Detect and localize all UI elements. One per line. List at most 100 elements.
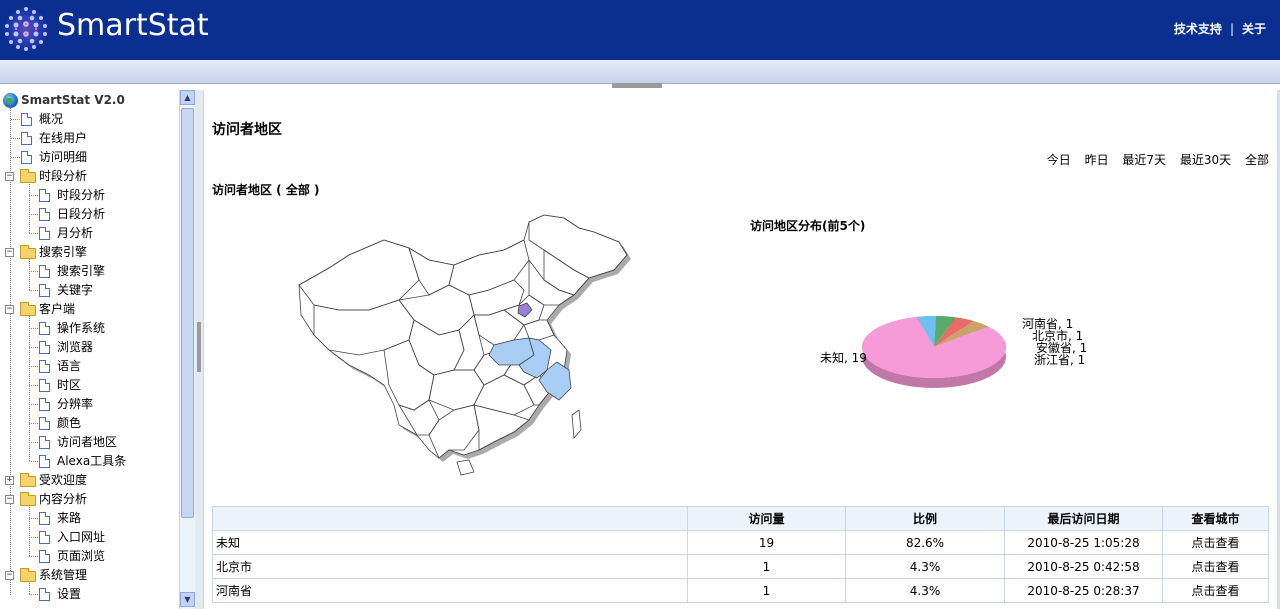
tree-item-21[interactable]: 来路 (0, 509, 180, 528)
document-icon (39, 360, 50, 373)
tree-item-12[interactable]: 浏览器 (0, 338, 180, 357)
tree-item-1[interactable]: 在线用户 (0, 129, 180, 148)
document-icon (39, 455, 50, 468)
period-yesterday[interactable]: 昨日 (1085, 153, 1109, 167)
document-icon (39, 189, 50, 202)
tree-item-label: Alexa工具条 (57, 454, 127, 468)
tree-item-label: 入口网址 (57, 530, 106, 544)
period-today[interactable]: 今日 (1047, 153, 1071, 167)
region-cell: 北京市 (212, 554, 688, 579)
tree-item-label: 浏览器 (57, 340, 94, 354)
folder-icon (20, 568, 36, 582)
document-icon (39, 379, 50, 392)
view-city-link[interactable]: 点击查看 (1162, 554, 1269, 579)
tree-item-25[interactable]: 设置 (0, 585, 180, 604)
folder-icon (20, 302, 36, 316)
top-links: 技术支持 | 关于 (1174, 20, 1266, 37)
last-visit-cell: 2010-8-25 1:05:28 (1004, 530, 1163, 555)
tree-item-4[interactable]: 时段分析 (0, 186, 180, 205)
tree-item-label: 页面浏览 (57, 549, 106, 563)
about-link[interactable]: 关于 (1242, 22, 1266, 36)
tree-item-16[interactable]: 颜色 (0, 414, 180, 433)
tree-item-23[interactable]: 页面浏览 (0, 547, 180, 566)
tree-item-label: 语言 (57, 359, 82, 373)
last-visit-cell: 2010-8-25 0:28:37 (1004, 578, 1163, 603)
ratio-cell: 4.3% (845, 578, 1005, 603)
tree-item-10[interactable]: 客户端 (0, 300, 180, 319)
document-icon (39, 588, 50, 601)
horizontal-splitter-handle[interactable] (612, 83, 662, 88)
tree-item-3[interactable]: 时段分析 (0, 167, 180, 186)
tech-support-link[interactable]: 技术支持 (1174, 22, 1222, 36)
period-7-days[interactable]: 最近7天 (1122, 153, 1166, 167)
tree-item-label: 搜索引擎 (39, 245, 88, 259)
document-icon (39, 284, 50, 297)
vertical-splitter-handle[interactable] (197, 322, 201, 372)
tree-item-5[interactable]: 日段分析 (0, 205, 180, 224)
tree-guide-line (29, 258, 30, 290)
tree-item-14[interactable]: 时区 (0, 376, 180, 395)
table-row: 北京市 1 4.3% 2010-8-25 0:42:58 点击查看 (212, 554, 1269, 579)
folder-icon (20, 245, 36, 259)
main-content: 访问者地区 今日 昨日 最近7天 最近30天 全部 访问者地区 ( 全部 ) 访… (203, 90, 1277, 609)
pie-chart[interactable]: 未知, 19河南省, 1北京市, 1安徽省, 1浙江省, 1 (820, 305, 1144, 415)
tree-item-2[interactable]: 访问明细 (0, 148, 180, 167)
tree-item-15[interactable]: 分辨率 (0, 395, 180, 414)
sidebar-tree: SmartStat V2.0 概况 在线用户 访问明细 − 时段分析 时段分析 日段分析 月分… (0, 90, 180, 609)
map-provinces (298, 214, 628, 476)
tree-item-label: 时区 (57, 378, 82, 392)
column-header-view-city: 查看城市 (1162, 506, 1269, 531)
region-cell: 未知 (212, 530, 688, 555)
scroll-up-button[interactable]: ▲ (180, 90, 195, 105)
tree-item-label: 设置 (57, 587, 82, 601)
china-map[interactable] (289, 210, 634, 490)
tree-item-7[interactable]: 搜索引擎 (0, 243, 180, 262)
tree-item-17[interactable]: 访问者地区 (0, 433, 180, 452)
document-icon (21, 113, 32, 126)
visits-cell: 1 (687, 578, 846, 603)
view-city-link[interactable]: 点击查看 (1162, 530, 1269, 555)
tree-root[interactable]: SmartStat V2.0 (0, 91, 180, 110)
tree-item-20[interactable]: 内容分析 (0, 490, 180, 509)
tree-item-13[interactable]: 语言 (0, 357, 180, 376)
document-icon (39, 265, 50, 278)
tree-item-9[interactable]: 关键字 (0, 281, 180, 300)
period-30-days[interactable]: 最近30天 (1180, 153, 1231, 167)
tree-item-22[interactable]: 入口网址 (0, 528, 180, 547)
column-header-ratio: 比例 (845, 506, 1005, 531)
tree-item-18[interactable]: Alexa工具条 (0, 452, 180, 471)
tree-item-24[interactable]: 系统管理 (0, 566, 180, 585)
scrollbar-thumb[interactable] (181, 108, 194, 518)
tree-item-label: 访问者地区 (57, 435, 118, 449)
folder-icon (20, 492, 36, 506)
period-filter: 今日 昨日 最近7天 最近30天 全部 (1037, 151, 1269, 168)
table-header-row: 访问量 比例 最后访问日期 查看城市 (212, 506, 1269, 531)
column-header-last-visit: 最后访问日期 (1004, 506, 1163, 531)
visits-cell: 1 (687, 554, 846, 579)
tree-item-11[interactable]: 操作系统 (0, 319, 180, 338)
tree-item-label: 来路 (57, 511, 82, 525)
ratio-cell: 4.3% (845, 554, 1005, 579)
tree-item-8[interactable]: 搜索引擎 (0, 262, 180, 281)
ratio-cell: 82.6% (845, 530, 1005, 555)
document-icon (21, 151, 32, 164)
view-city-link[interactable]: 点击查看 (1162, 578, 1269, 603)
tree-item-label: 操作系统 (57, 321, 106, 335)
tree-guide-line (29, 315, 30, 461)
table-row: 未知 19 82.6% 2010-8-25 1:05:28 点击查看 (212, 530, 1269, 555)
pie-chart-title: 访问地区分布(前5个) (750, 219, 866, 233)
sidebar-scrollbar[interactable]: ▲ ▼ (179, 90, 195, 609)
period-all[interactable]: 全部 (1245, 153, 1269, 167)
document-icon (39, 322, 50, 335)
document-icon (39, 550, 50, 563)
tree-item-label: 搜索引擎 (57, 264, 106, 278)
last-visit-cell: 2010-8-25 0:42:58 (1004, 554, 1163, 579)
tree-item-6[interactable]: 月分析 (0, 224, 180, 243)
top-header: SmartStat 技术支持 | 关于 (0, 0, 1280, 60)
tree-root-label: SmartStat V2.0 (21, 93, 125, 107)
tree-item-label: 月分析 (57, 226, 94, 240)
tree-item-19[interactable]: 受欢迎度 (0, 471, 180, 490)
tree-item-0[interactable]: 概况 (0, 110, 180, 129)
logo-icon (4, 7, 48, 51)
scroll-down-button[interactable]: ▼ (180, 592, 195, 607)
